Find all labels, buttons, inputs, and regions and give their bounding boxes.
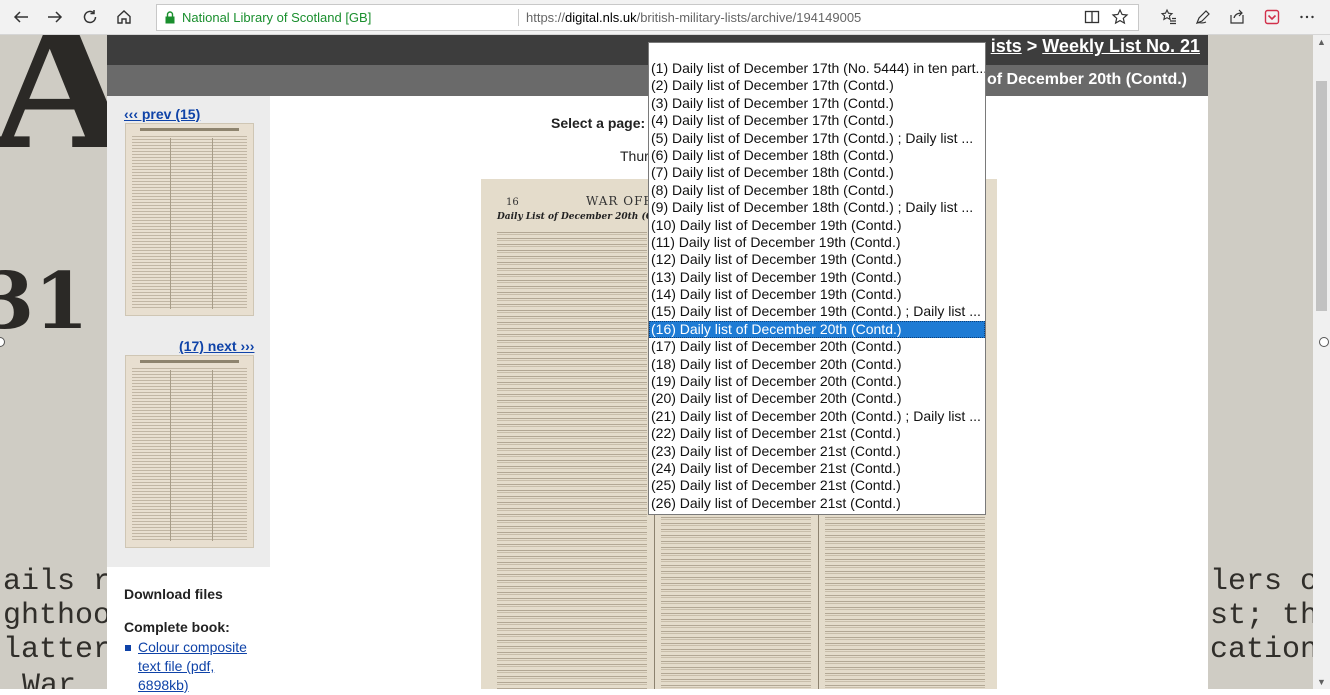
reading-view-icon[interactable] [1078, 4, 1106, 30]
lock-icon [165, 11, 175, 24]
select-option[interactable]: (19) Daily list of December 20th (Contd.… [649, 373, 985, 390]
background-text-line: ghthoo [3, 599, 112, 633]
background-text-line: War [22, 669, 77, 689]
select-option[interactable]: (23) Daily list of December 21st (Contd.… [649, 443, 985, 460]
select-option[interactable]: (3) Daily list of December 17th (Contd.) [649, 95, 985, 112]
scroll-down-arrow-icon[interactable]: ▼ [1313, 675, 1330, 689]
favorite-star-icon[interactable] [1106, 4, 1134, 30]
download-pdf-link[interactable]: Colour composite text file (pdf, 6898kb) [138, 638, 258, 695]
select-option[interactable]: (25) Daily list of December 21st (Contd.… [649, 477, 985, 494]
breadcrumb: ists > Weekly List No. 21 [991, 36, 1200, 57]
breadcrumb-link-list[interactable]: ists [991, 36, 1022, 56]
select-option[interactable]: (2) Daily list of December 17th (Contd.) [649, 77, 985, 94]
select-option[interactable]: (13) Daily list of December 19th (Contd.… [649, 269, 985, 286]
complete-book-heading: Complete book: [124, 619, 230, 635]
background-text-line: cation [1210, 633, 1313, 667]
url-text[interactable]: https://digital.nls.uk/british-military-… [526, 5, 861, 30]
select-option[interactable]: (10) Daily list of December 19th (Contd.… [649, 217, 985, 234]
scan-column-rule [818, 514, 819, 689]
select-option[interactable]: (20) Daily list of December 20th (Contd.… [649, 390, 985, 407]
address-bar[interactable]: National Library of Scotland [GB] https:… [156, 4, 1139, 31]
home-icon[interactable] [110, 4, 138, 30]
back-arrow-icon[interactable] [7, 4, 35, 30]
site-identity[interactable]: National Library of Scotland [GB] [182, 5, 371, 30]
pocket-icon[interactable] [1258, 4, 1286, 30]
select-option[interactable]: (8) Daily list of December 18th (Contd.) [649, 182, 985, 199]
select-option[interactable]: (6) Daily list of December 18th (Contd.) [649, 147, 985, 164]
select-option-selected[interactable]: (16) Daily list of December 20th (Contd.… [649, 320, 985, 339]
next-page-thumbnail[interactable] [125, 355, 254, 548]
select-option[interactable]: (24) Daily list of December 21st (Contd.… [649, 460, 985, 477]
prev-page-thumbnail[interactable] [125, 123, 254, 316]
select-option[interactable]: (21) Daily list of December 20th (Contd.… [649, 408, 985, 425]
favorites-hub-icon[interactable] [1155, 4, 1183, 30]
select-option[interactable]: (14) Daily list of December 19th (Contd.… [649, 286, 985, 303]
scan-column-rule [654, 514, 655, 689]
scan-text-column [661, 514, 811, 689]
share-icon[interactable] [1223, 4, 1251, 30]
select-option[interactable]: (15) Daily list of December 19th (Contd.… [649, 303, 985, 320]
select-option[interactable]: (26) Daily list of December 21st (Contd.… [649, 495, 985, 512]
scrollbar-thumb[interactable] [1316, 81, 1327, 311]
page-title: of December 20th (Contd.) [986, 71, 1187, 88]
select-option[interactable]: (9) Daily list of December 18th (Contd.)… [649, 199, 985, 216]
download-files-heading: Download files [124, 586, 223, 602]
scroll-up-arrow-icon[interactable]: ▲ [1313, 35, 1330, 49]
page-select-dropdown[interactable]: (1) Daily list of December 17th (No. 544… [648, 42, 986, 515]
scan-text-column [497, 229, 647, 689]
background-text-line: latter [3, 633, 112, 667]
prev-page-link[interactable]: ‹‹‹ prev (15) [124, 106, 200, 122]
list-bullet [125, 645, 131, 651]
page-scrollbar[interactable]: ▲ ▼ [1313, 35, 1330, 689]
select-option[interactable]: (5) Daily list of December 17th (Contd.)… [649, 130, 985, 147]
background-text-line: lers of [1210, 565, 1313, 599]
select-option[interactable]: (7) Daily list of December 18th (Contd.) [649, 164, 985, 181]
select-option[interactable]: (4) Daily list of December 17th (Contd.) [649, 112, 985, 129]
select-option[interactable]: (11) Daily list of December 19th (Contd.… [649, 234, 985, 251]
select-option[interactable]: (1) Daily list of December 17th (No. 544… [649, 60, 985, 77]
background-number: 31 [0, 256, 89, 347]
address-separator [518, 9, 519, 26]
pen-icon[interactable] [1189, 4, 1217, 30]
scan-text-column [825, 514, 985, 689]
background-text-line: st; the [1210, 599, 1313, 633]
window-resize-handle[interactable] [1319, 337, 1329, 347]
browser-toolbar: National Library of Scotland [GB] https:… [0, 0, 1330, 35]
more-icon[interactable] [1293, 4, 1321, 30]
select-option[interactable]: (22) Daily list of December 21st (Contd.… [649, 425, 985, 442]
next-page-link[interactable]: (17) next ››› [179, 338, 254, 354]
select-option[interactable]: (18) Daily list of December 20th (Contd.… [649, 356, 985, 373]
breadcrumb-separator: > [1026, 36, 1038, 56]
forward-arrow-icon[interactable] [41, 4, 69, 30]
refresh-icon[interactable] [76, 4, 104, 30]
scan-page-number: 16 [506, 197, 519, 208]
select-page-label: Select a page: [551, 115, 646, 131]
select-option[interactable]: (12) Daily list of December 19th (Contd.… [649, 251, 985, 268]
breadcrumb-link-weekly-list[interactable]: Weekly List No. 21 [1042, 36, 1200, 56]
select-option[interactable]: (17) Daily list of December 20th (Contd.… [649, 338, 985, 355]
page-date-text: Thur [620, 148, 649, 164]
